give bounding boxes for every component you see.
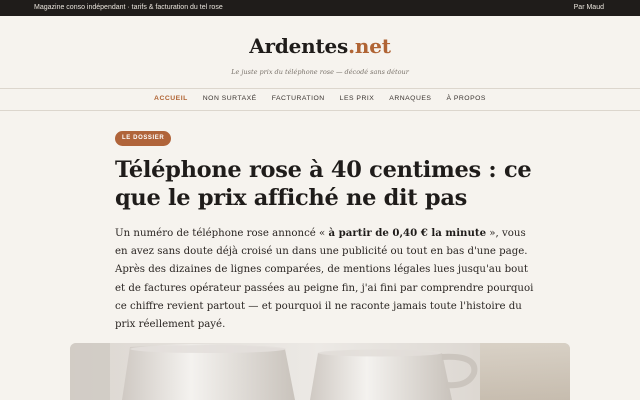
top-bar-tagline: Magazine conso indépendant · tarifs & fa…: [34, 4, 223, 11]
nav-item-les-prix[interactable]: LES PRIX: [340, 95, 375, 102]
main-nav: ACCUEIL NON SURTAXÉ FACTURATION LES PRIX…: [0, 88, 640, 111]
nav-item-facturation[interactable]: FACTURATION: [272, 95, 325, 102]
nav-item-accueil[interactable]: ACCUEIL: [154, 95, 188, 102]
site-tagline: Le juste prix du téléphone rose — décodé…: [231, 68, 409, 76]
hero-image: [70, 343, 570, 400]
article-title: Téléphone rose à 40 centimes : ce que le…: [115, 157, 532, 211]
site-logo[interactable]: Ardentes.net: [0, 34, 640, 58]
top-bar: Magazine conso indépendant · tarifs & fa…: [0, 0, 640, 16]
nav-item-non-surtaxe[interactable]: NON SURTAXÉ: [203, 95, 257, 102]
logo-tld: .net: [348, 34, 391, 58]
nav-item-arnaques[interactable]: ARNAQUES: [389, 95, 431, 102]
lead-price-highlight: à partir de 0,40 € la minute: [328, 227, 487, 239]
nav-item-a-propos[interactable]: À PROPOS: [446, 95, 486, 102]
coffee-cups-photo: [70, 343, 570, 400]
logo-name: Ardentes: [249, 34, 349, 58]
article-lead: Un numéro de téléphone rose annoncé « à …: [115, 224, 535, 334]
lead-text-end: », vous en avez sans doute déjà croisé u…: [115, 228, 534, 331]
lead-text-start: Un numéro de téléphone rose annoncé «: [115, 228, 329, 239]
category-badge[interactable]: LE DOSSIER: [115, 131, 172, 146]
top-bar-author[interactable]: Par Maud: [574, 4, 604, 11]
